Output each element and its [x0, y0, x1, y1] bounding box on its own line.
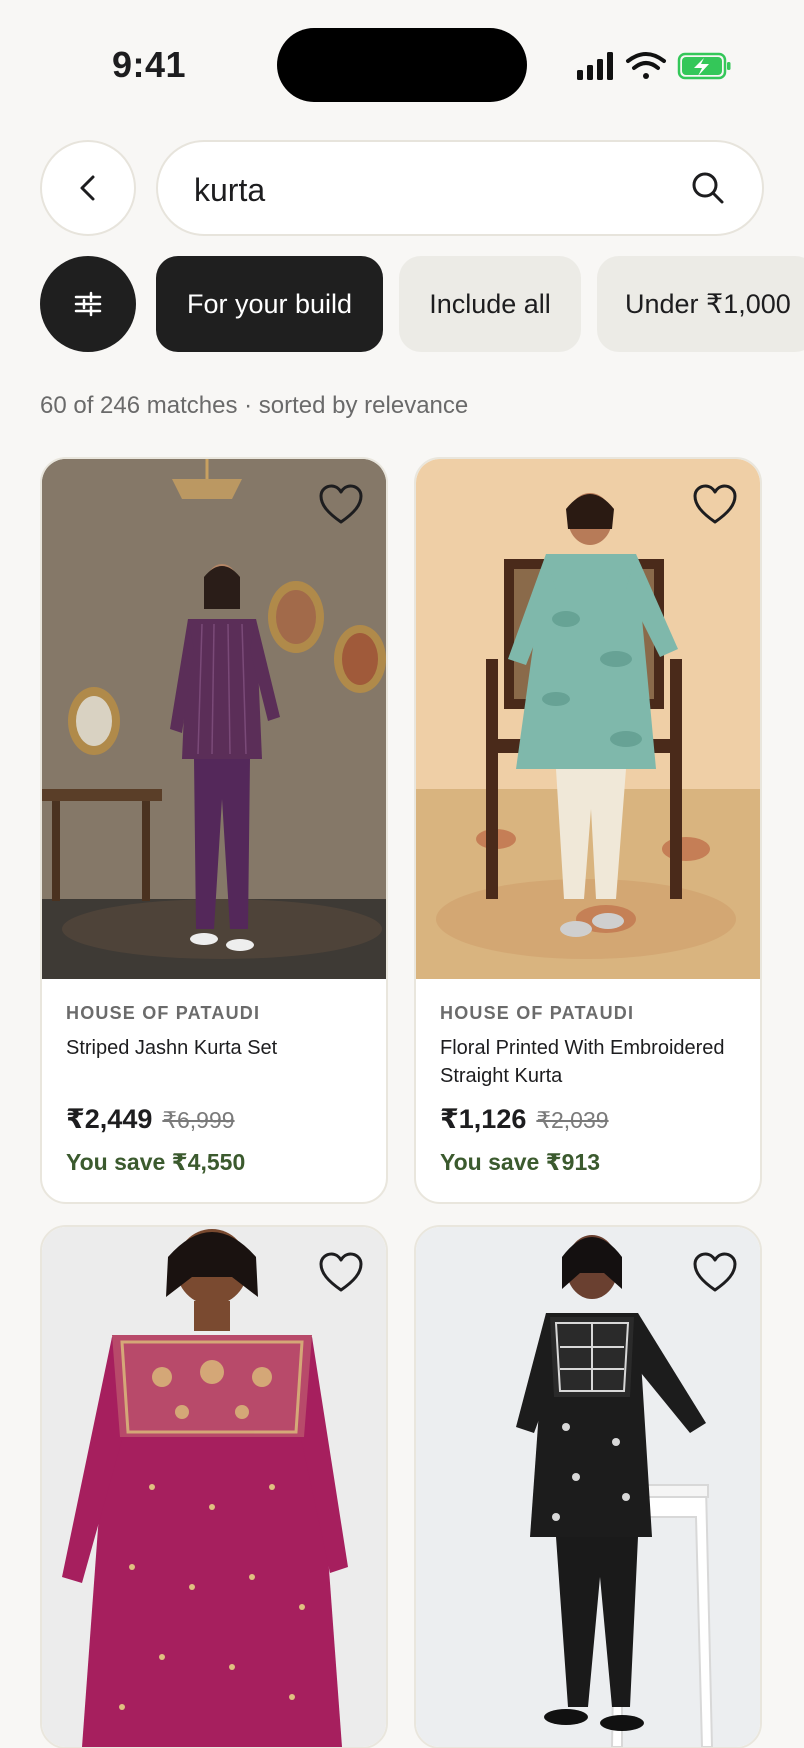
filter-button[interactable]	[40, 256, 136, 352]
search-query: kurta	[194, 172, 266, 208]
chip-for-your-build[interactable]: For your build	[156, 256, 383, 352]
wishlist-heart-icon[interactable]	[692, 483, 738, 527]
back-button[interactable]	[40, 140, 136, 236]
product-price: ₹1,126	[440, 1104, 527, 1134]
product-savings: You save ₹913	[440, 1149, 601, 1175]
wishlist-heart-icon[interactable]	[692, 1251, 738, 1295]
chip-under-1000[interactable]: Under ₹1,000	[597, 256, 804, 352]
chip-include-all[interactable]: Include all	[399, 256, 581, 352]
filter-chip-row: For your build Include all Under ₹1,000	[0, 256, 804, 352]
product-name: Striped Jashn Kurta Set	[66, 1037, 278, 1059]
chevron-left-icon	[80, 175, 95, 201]
product-price: ₹2,449	[66, 1104, 153, 1134]
dynamic-island	[277, 28, 527, 102]
clock: 9:41	[112, 44, 187, 85]
sliders-icon	[74, 291, 102, 317]
status-bar: 9:41	[0, 0, 804, 120]
product-info: HOUSE OF PATAUDI Floral Printed With Emb…	[416, 979, 760, 1202]
product-mrp: ₹6,999	[162, 1107, 235, 1133]
product-brand: HOUSE OF PATAUDI	[66, 1003, 261, 1023]
status-icons	[577, 52, 731, 80]
product-info: HOUSE OF PATAUDI Striped Jashn Kurta Set…	[42, 979, 386, 1202]
product-image	[42, 1227, 386, 1747]
product-card[interactable]: HOUSE OF PATAUDI Striped Jashn Kurta Set…	[40, 457, 388, 1204]
product-name: Floral Printed With Embroidered Straight…	[440, 1037, 725, 1087]
signal-icon	[577, 52, 613, 80]
product-card[interactable]: HOUSE OF PATAUDI Floral Printed With Emb…	[414, 457, 762, 1204]
product-mrp: ₹2,039	[536, 1107, 609, 1133]
product-image	[416, 1227, 760, 1747]
product-image	[416, 459, 760, 979]
battery-icon	[677, 52, 731, 80]
product-savings: You save ₹4,550	[66, 1149, 246, 1175]
wifi-icon	[626, 52, 666, 79]
product-card[interactable]	[414, 1225, 762, 1748]
product-brand: HOUSE OF PATAUDI	[440, 1003, 635, 1023]
search-input[interactable]: kurta	[156, 140, 764, 236]
product-image	[42, 459, 386, 979]
wishlist-heart-icon[interactable]	[318, 1251, 364, 1295]
product-card[interactable]	[40, 1225, 388, 1748]
search-icon[interactable]	[690, 170, 726, 206]
result-summary: 60 of 246 matches · sorted by relevance	[40, 392, 469, 419]
wishlist-heart-icon[interactable]	[318, 483, 364, 527]
